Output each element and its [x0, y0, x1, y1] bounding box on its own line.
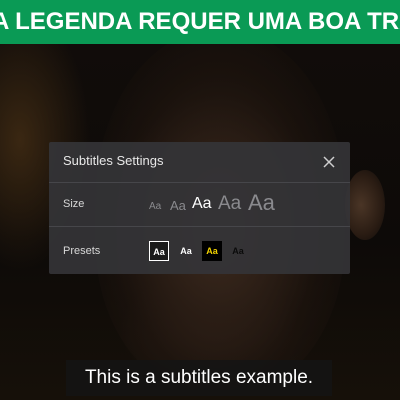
divider [49, 182, 350, 183]
size-option-xlarge[interactable]: Aa [248, 192, 275, 214]
subtitle-text: This is a subtitles example. [84, 367, 314, 388]
preset-white-transparent[interactable]: Aa [176, 241, 196, 261]
headline-banner: A LEGENDA REQUER UMA BOA TRA [0, 0, 400, 44]
close-icon[interactable] [321, 154, 337, 170]
size-option-medium-selected[interactable]: Aa [192, 196, 212, 212]
headline-text: A LEGENDA REQUER UMA BOA TRA [0, 8, 400, 35]
presets-label: Presets [63, 245, 101, 257]
size-option-xsmall[interactable]: Aa [149, 202, 161, 212]
subtitles-settings-panel: Subtitles Settings Size Aa Aa Aa Aa Aa P… [49, 142, 350, 274]
size-option-large[interactable]: Aa [218, 194, 241, 213]
preset-black-text[interactable]: Aa [228, 241, 248, 261]
panel-title: Subtitles Settings [63, 153, 164, 168]
size-label: Size [63, 198, 85, 210]
divider [49, 226, 350, 227]
size-option-small[interactable]: Aa [170, 199, 186, 212]
actor-ear [345, 170, 385, 240]
panel-header: Subtitles Settings [49, 142, 350, 182]
preset-yellow-on-black[interactable]: Aa [202, 241, 222, 261]
subtitle-caption: This is a subtitles example. [66, 360, 332, 396]
preset-white-on-black-selected[interactable]: Aa [149, 241, 169, 261]
